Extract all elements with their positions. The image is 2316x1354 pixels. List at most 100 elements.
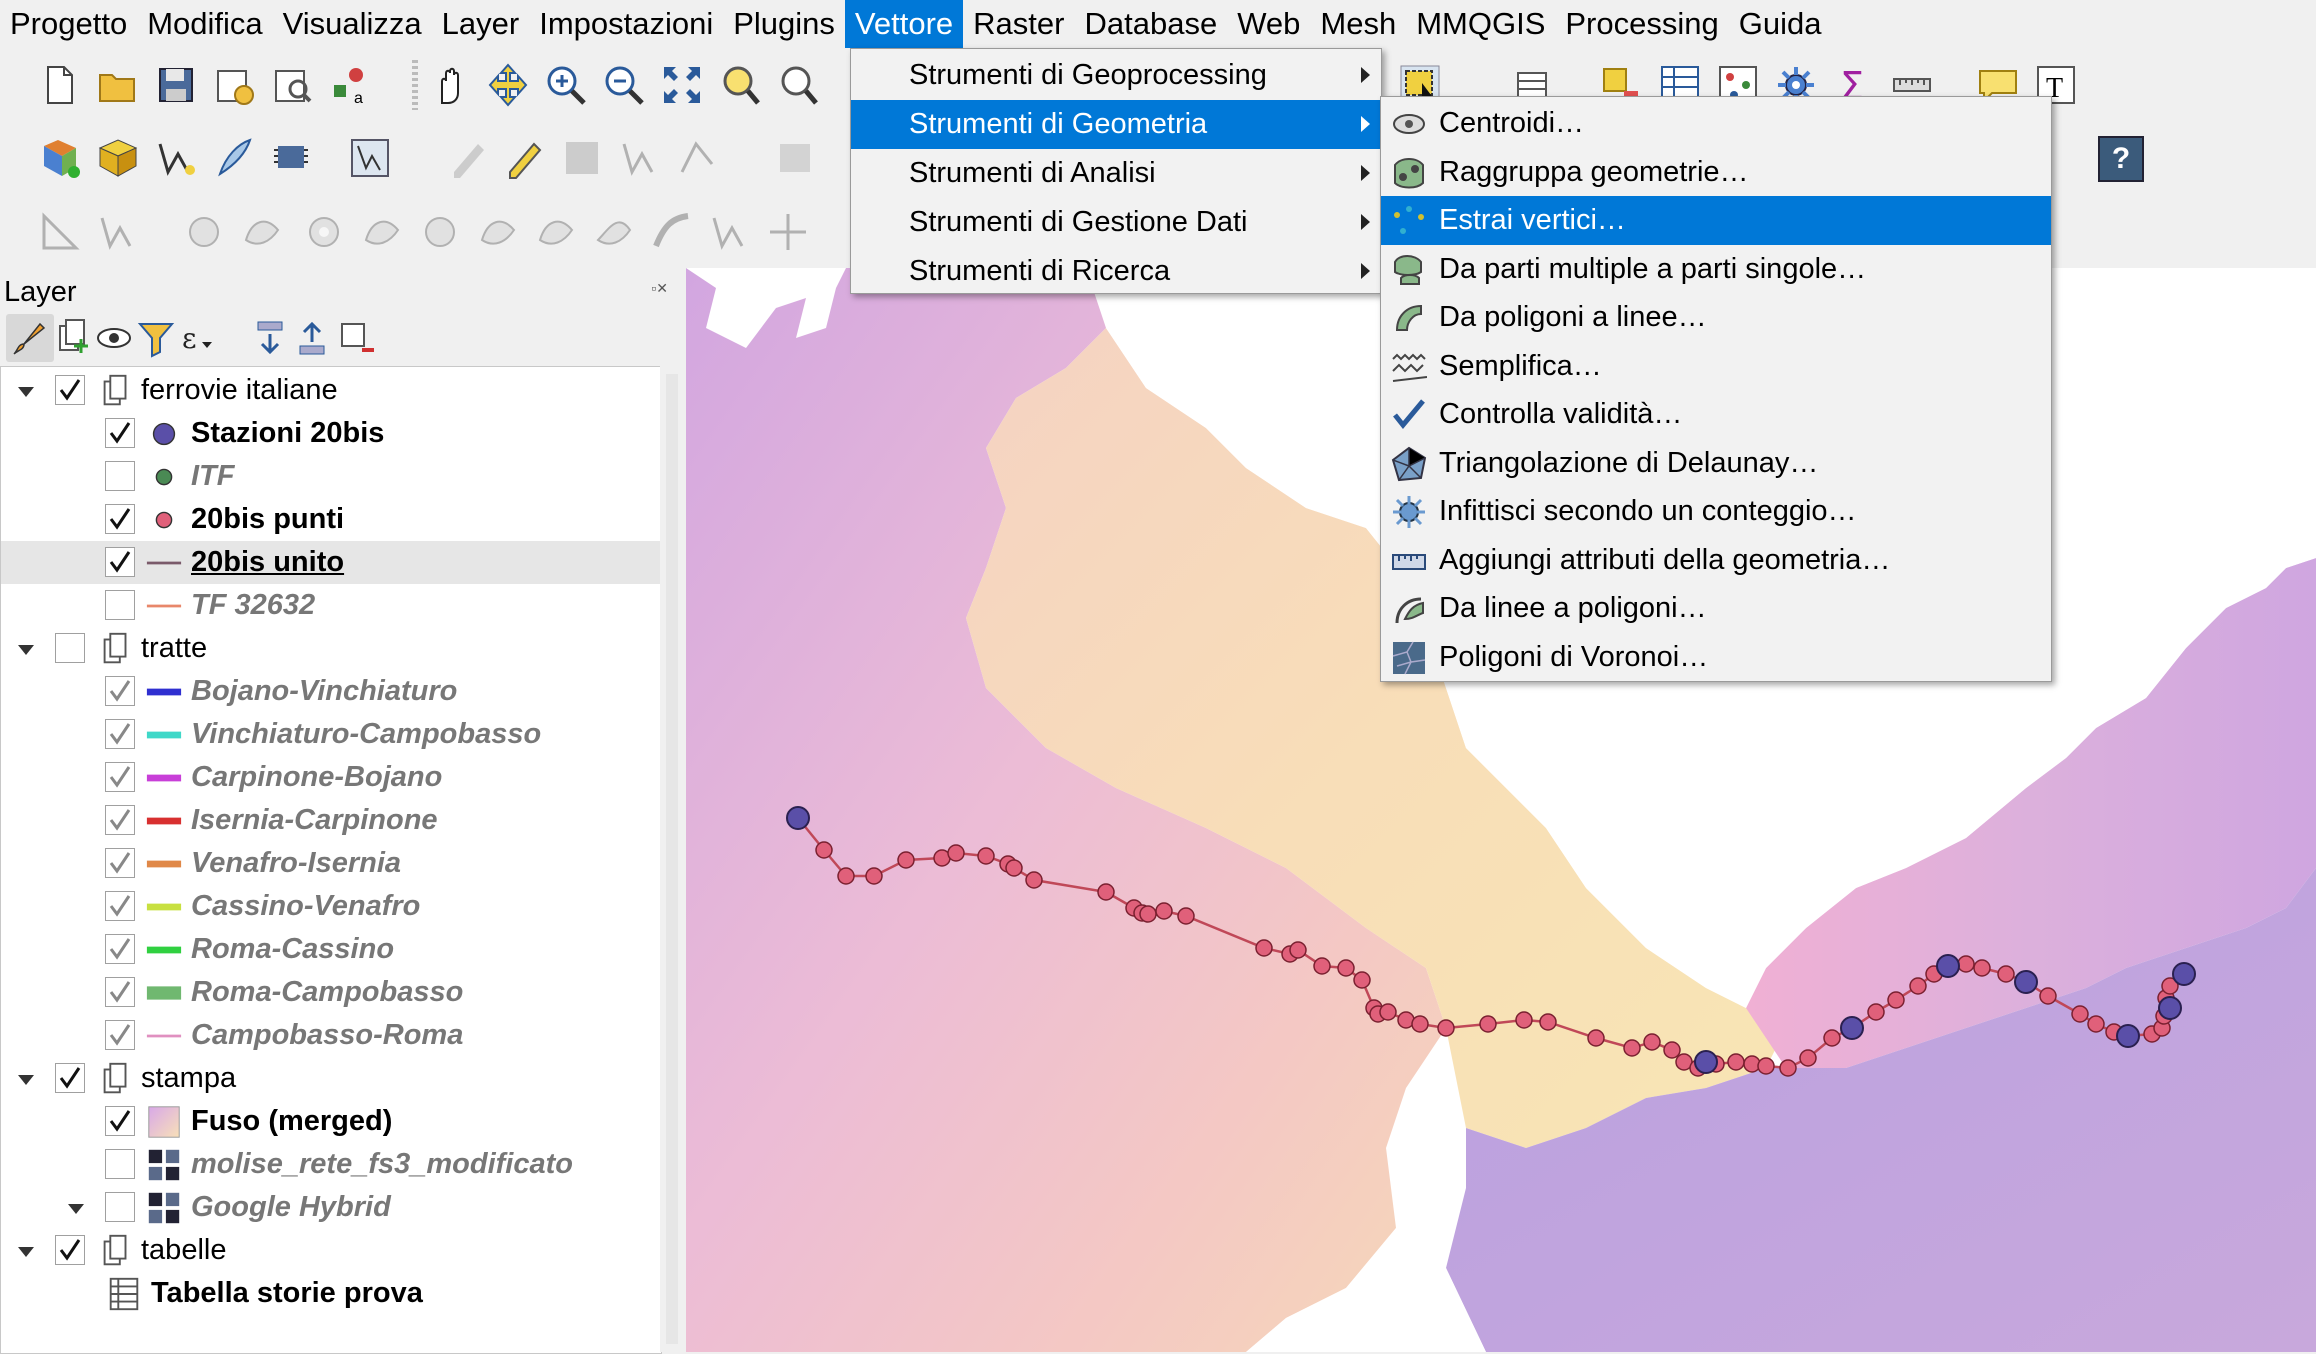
vertex-point[interactable] [1005, 859, 1023, 877]
new-project-icon[interactable] [36, 61, 84, 109]
layer-visibility-checkbox[interactable] [105, 977, 135, 1007]
layer-row[interactable]: Isernia-Carpinone [1, 799, 661, 842]
layer-visibility-checkbox[interactable] [55, 1063, 85, 1093]
vertex-point[interactable] [2087, 1015, 2105, 1033]
zoom-to-selection-icon[interactable] [716, 61, 764, 109]
styling-brush-icon[interactable] [6, 314, 54, 362]
new-virtual-layer-icon[interactable] [268, 134, 316, 182]
vertex-point[interactable] [837, 867, 855, 885]
layer-visibility-checkbox[interactable] [105, 461, 135, 491]
vertex-point[interactable] [2071, 1005, 2089, 1023]
zoom-in-icon[interactable] [542, 61, 590, 109]
save-edits-icon[interactable] [558, 134, 606, 182]
cad-tools-icon[interactable] [36, 208, 84, 256]
vertex-tool-icon[interactable] [674, 134, 722, 182]
layer-group-row[interactable]: tratte [1, 627, 661, 670]
expand-chevron-icon[interactable] [15, 380, 37, 402]
station-point[interactable] [2158, 996, 2182, 1020]
modify-attributes-icon[interactable] [772, 134, 820, 182]
open-project-icon[interactable] [94, 61, 142, 109]
layer-row[interactable]: Roma-Campobasso [1, 971, 661, 1014]
filter-legend-icon[interactable] [132, 314, 180, 362]
expand-chevron-icon[interactable] [15, 1068, 37, 1090]
help-icon[interactable]: ? [2098, 136, 2144, 182]
layer-visibility-checkbox[interactable] [55, 633, 85, 663]
current-edits-icon[interactable] [444, 134, 492, 182]
vertex-point[interactable] [1973, 959, 1991, 977]
menu-database[interactable]: Database [1074, 0, 1227, 48]
layer-row[interactable]: Venafro-Isernia [1, 842, 661, 885]
station-point[interactable] [1936, 954, 1960, 978]
layer-visibility-checkbox[interactable] [105, 1106, 135, 1136]
geometry-menu-item[interactable]: Aggiungi attributi della geometria… [1381, 536, 2051, 585]
layer-visibility-checkbox[interactable] [105, 547, 135, 577]
vertex-point[interactable] [1997, 965, 2015, 983]
layer-group-row[interactable]: tabelle [1, 1229, 661, 1272]
layer-row[interactable]: ITF [1, 455, 661, 498]
vertex-point[interactable] [1139, 905, 1157, 923]
layer-row[interactable]: Tabella storie prova [1, 1272, 661, 1315]
add-group-icon[interactable] [48, 314, 96, 362]
menu-vettore[interactable]: Vettore [844, 0, 964, 48]
vector-menu-item[interactable]: Strumenti di Geometria [851, 100, 1381, 149]
vector-menu-item[interactable]: Strumenti di Analisi [851, 149, 1381, 198]
new-print-layout-icon[interactable] [210, 61, 258, 109]
vector-menu-item[interactable]: Strumenti di Gestione Dati [851, 198, 1381, 247]
layer-visibility-checkbox[interactable] [105, 891, 135, 921]
add-ring-icon[interactable] [300, 208, 348, 256]
new-temp-layer-icon[interactable] [346, 134, 394, 182]
collapse-all-icon[interactable] [290, 314, 338, 362]
vertex-point[interactable] [1887, 991, 1905, 1009]
station-point[interactable] [2014, 970, 2038, 994]
layer-row[interactable]: Campobasso-Roma [1, 1014, 661, 1057]
layer-row[interactable]: Google Hybrid [1, 1186, 661, 1229]
menu-processing[interactable]: Processing [1555, 0, 1728, 48]
vertex-point[interactable] [1623, 1039, 1641, 1057]
vertex-point[interactable] [1957, 955, 1975, 973]
layer-row[interactable]: TF 32632 [1, 584, 661, 627]
menu-modifica[interactable]: Modifica [137, 0, 272, 48]
vertex-point[interactable] [1663, 1041, 1681, 1059]
station-point[interactable] [2116, 1024, 2140, 1048]
expand-chevron-icon[interactable] [15, 638, 37, 660]
menu-mesh[interactable]: Mesh [1310, 0, 1406, 48]
menu-mmqgis[interactable]: MMQGIS [1406, 0, 1555, 48]
vertex-point[interactable] [1437, 1019, 1455, 1037]
geometry-menu-item[interactable]: Centroidi… [1381, 99, 2051, 148]
vertex-point[interactable] [1909, 977, 1927, 995]
zoom-full-icon[interactable] [658, 61, 706, 109]
remove-layer-icon[interactable] [332, 314, 380, 362]
style-manager-icon[interactable]: a [326, 61, 374, 109]
scrollbar-thumb[interactable] [666, 374, 678, 1344]
pan-map-icon[interactable] [426, 61, 474, 109]
data-source-manager-icon[interactable] [36, 134, 84, 182]
zoom-out-icon[interactable] [600, 61, 648, 109]
layer-row[interactable]: Roma-Cassino [1, 928, 661, 971]
vector-menu-item[interactable]: Strumenti di Ricerca [851, 247, 1381, 296]
geometry-menu-item[interactable]: Da parti multiple a parti singole… [1381, 245, 2051, 294]
vertex-point[interactable] [865, 867, 883, 885]
layer-visibility-checkbox[interactable] [105, 1020, 135, 1050]
menu-plugins[interactable]: Plugins [723, 0, 845, 48]
vertex-point[interactable] [977, 847, 995, 865]
menu-progetto[interactable]: Progetto [0, 0, 137, 48]
vertex-point[interactable] [1643, 1033, 1661, 1051]
offset-curve-icon[interactable] [648, 208, 696, 256]
layer-row[interactable]: Bojano-Vinchiaturo [1, 670, 661, 713]
toolbar-grip[interactable] [412, 60, 418, 110]
vertex-point[interactable] [1379, 1003, 1397, 1021]
layer-visibility-checkbox[interactable] [105, 934, 135, 964]
station-point[interactable] [1694, 1050, 1718, 1074]
vertex-point[interactable] [1313, 957, 1331, 975]
layer-visibility-checkbox[interactable] [105, 1192, 135, 1222]
geometry-menu-item[interactable]: Estrai vertici… [1381, 196, 2051, 245]
vertex-point[interactable] [2039, 987, 2057, 1005]
layer-visibility-checkbox[interactable] [55, 375, 85, 405]
digitize-icon[interactable] [616, 134, 664, 182]
vertex-point[interactable] [1025, 871, 1043, 889]
save-project-icon[interactable] [152, 61, 200, 109]
menu-impostazioni[interactable]: Impostazioni [529, 0, 723, 48]
layer-row[interactable]: Stazioni 20bis [1, 412, 661, 455]
geometry-menu-item[interactable]: Semplifica… [1381, 342, 2051, 391]
layer-group-row[interactable]: ferrovie italiane [1, 369, 661, 412]
